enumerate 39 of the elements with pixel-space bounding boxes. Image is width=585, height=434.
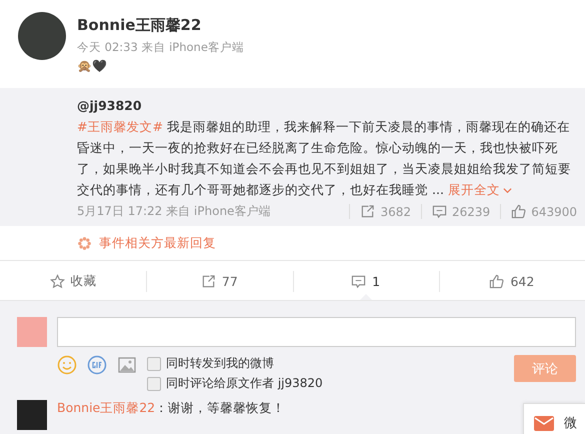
author-name[interactable]: Bonnie王雨馨22 <box>77 16 244 35</box>
comment-count[interactable]: 26239 <box>421 204 500 219</box>
user-link[interactable]: @jj93820 <box>77 98 142 113</box>
thumbs-up-icon <box>489 274 504 289</box>
repost-text: #王雨馨发文# 我是雨馨姐的助理，我来解释一下前天凌晨的事情，雨馨现在的确还在昏迷中，一天一夜的抢救好在已经脱离了生命危险。惊心动魄的一天，我也快被吓死了，如果晚半小时我真不知道会不会再也见不到姐姐了，当天凌晨姐姐给我发了简短要交代的事情，还有几个哥哥她都逐步的交代了，也好在我睡觉 ... 展开全文 <box>77 118 572 199</box>
user-avatar <box>17 317 47 347</box>
action-tab[interactable]: 收藏 <box>0 263 146 300</box>
repost-time: 5月17日 17:22 来自 iPhone客户端 <box>77 203 272 220</box>
commenter-avatar[interactable] <box>17 400 47 430</box>
message-panel[interactable]: 微 <box>523 403 585 434</box>
star-icon <box>50 274 65 289</box>
checkbox-label: 同时评论给原文作者 jj93820 <box>166 375 323 392</box>
related-reply-link[interactable]: 事件相关方最新回复 <box>99 234 216 252</box>
gif-icon[interactable] <box>87 355 107 375</box>
comment-icon <box>432 204 447 219</box>
envelope-icon <box>534 416 554 430</box>
sparkle-icon <box>77 236 92 250</box>
post-time: 今天 02:33 来自 iPhone客户端 <box>77 40 244 55</box>
post-text: 🙊🖤 <box>77 59 107 73</box>
chevron-down-icon <box>503 186 512 196</box>
commenter-link[interactable]: Bonnie王雨馨22 <box>57 400 156 415</box>
checkbox-label: 同时转发到我的微博 <box>166 355 274 372</box>
action-tab[interactable]: 77 <box>146 263 292 300</box>
emoji-icon[interactable] <box>57 355 77 375</box>
checkbox[interactable] <box>147 356 161 370</box>
hashtag-link[interactable]: #王雨馨发文# <box>77 119 164 134</box>
comment-icon <box>351 274 366 289</box>
comment-text: ：谢谢，等馨馨恢复！ <box>155 400 286 415</box>
expand-link[interactable]: 展开全文 <box>448 182 500 197</box>
like-count[interactable]: 643900 <box>500 204 577 219</box>
share-icon <box>200 274 216 289</box>
avatar[interactable] <box>18 12 66 60</box>
repost-count[interactable]: 3682 <box>349 204 421 219</box>
comment-input[interactable] <box>57 317 576 347</box>
image-icon[interactable] <box>117 355 137 375</box>
thumbs-up-icon <box>511 204 526 219</box>
action-tab[interactable]: 642 <box>438 263 585 300</box>
checkbox[interactable] <box>147 376 161 390</box>
share-icon <box>360 204 376 219</box>
